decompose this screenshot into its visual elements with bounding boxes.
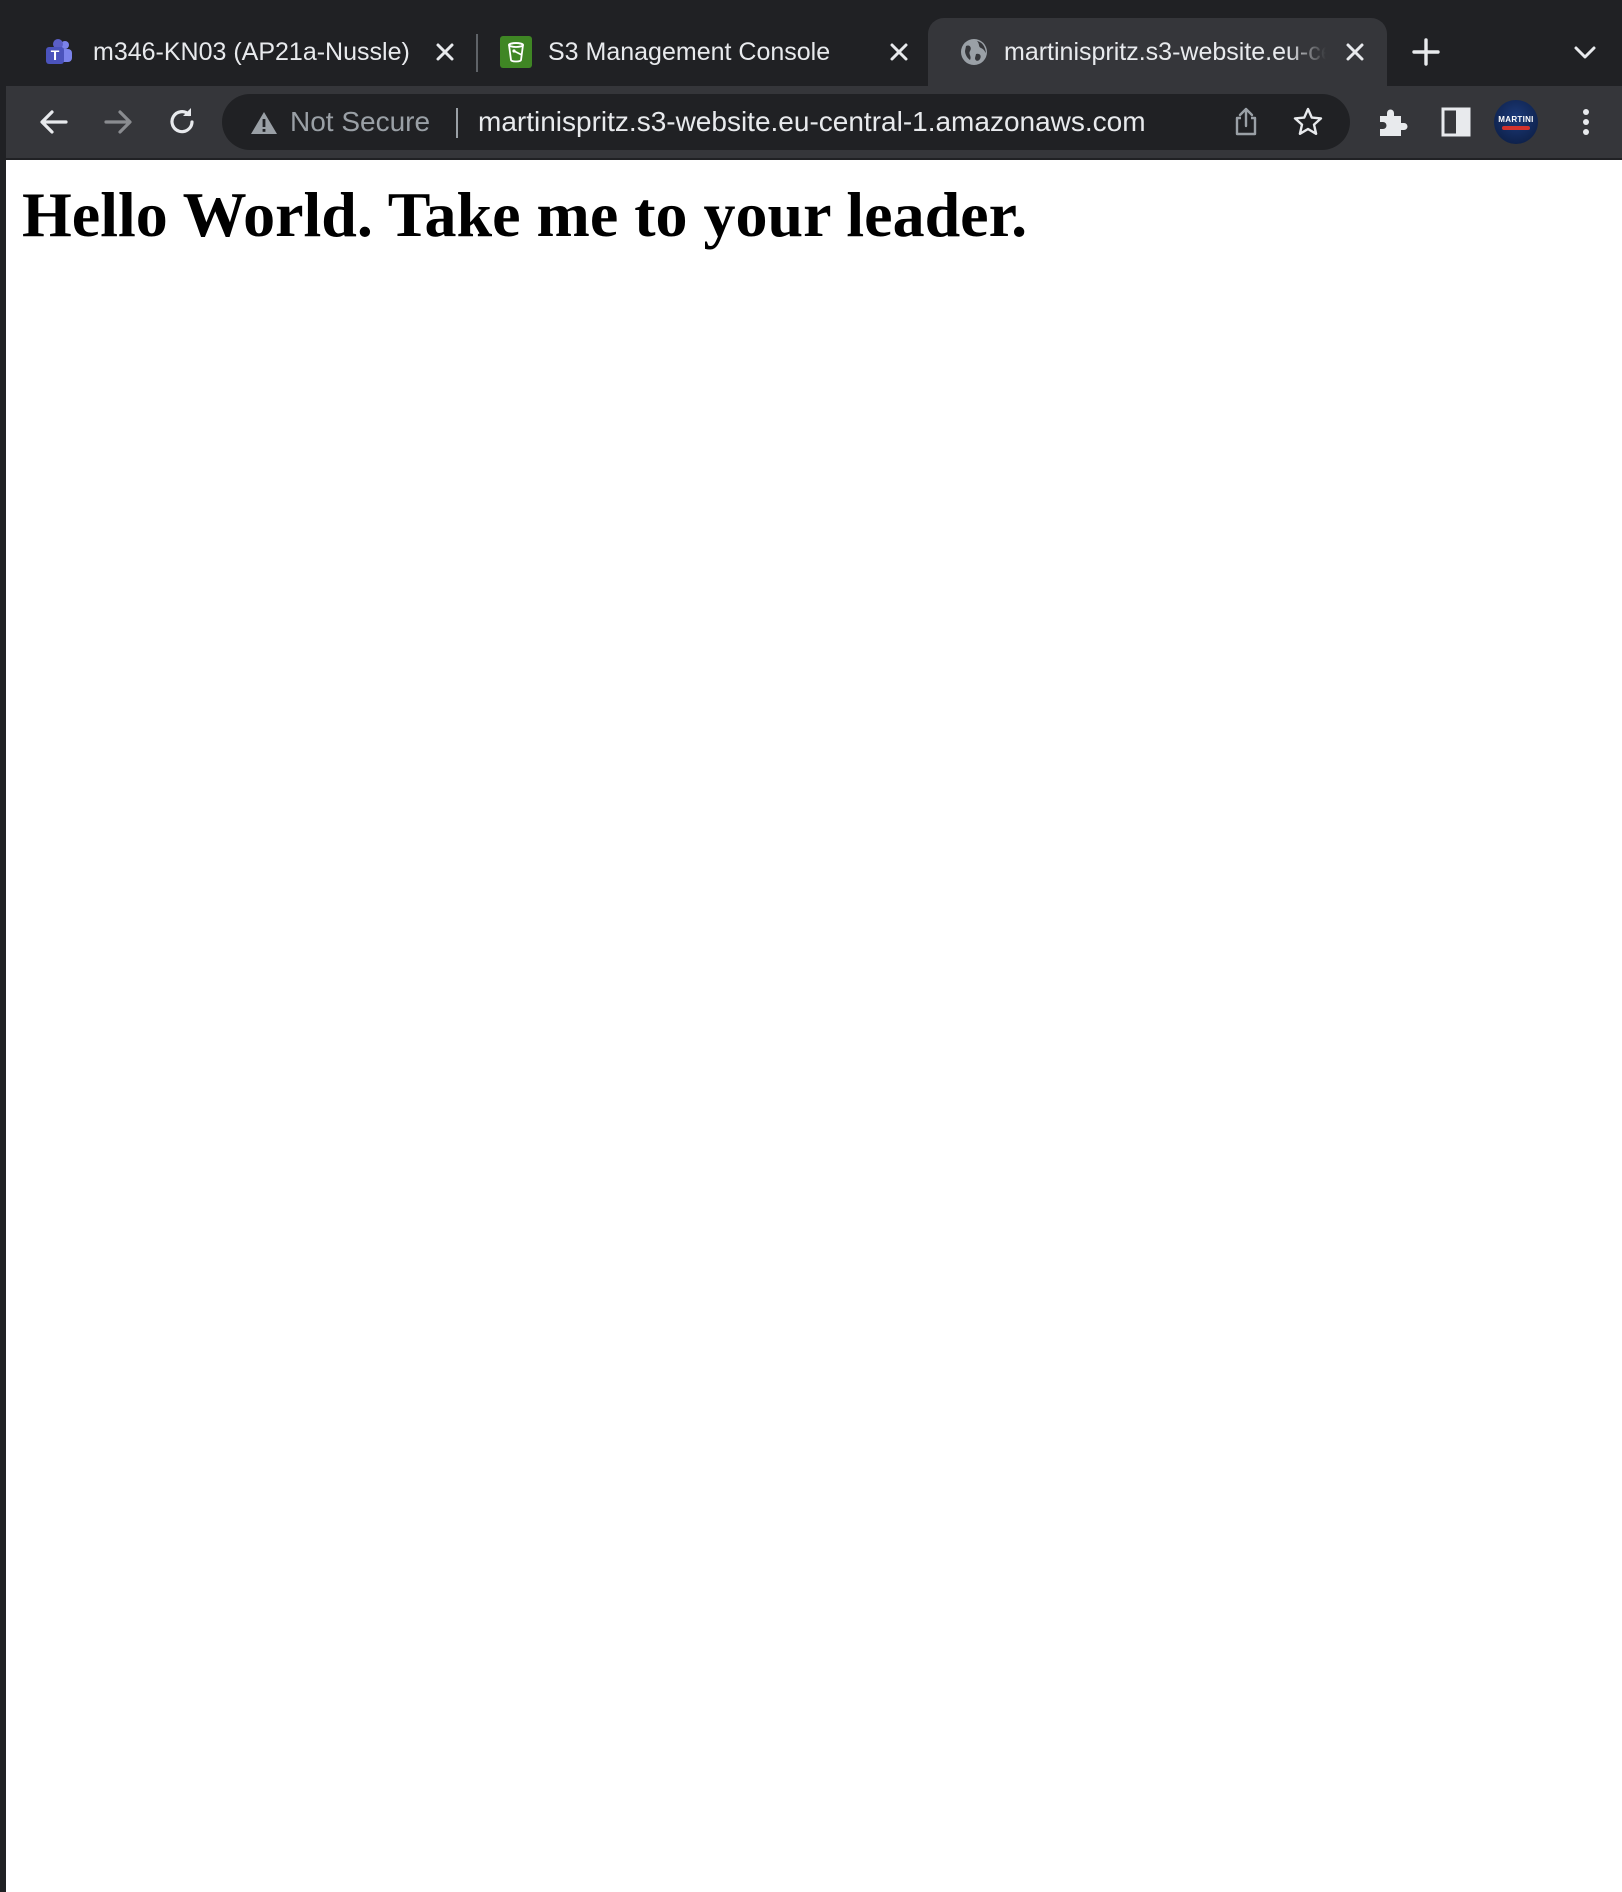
security-label[interactable]: Not Secure: [290, 106, 430, 138]
url-text[interactable]: martinispritz.s3-website.eu-central-1.am…: [478, 106, 1146, 138]
page-heading: Hello World. Take me to your leader.: [22, 179, 1028, 250]
avatar-logo-stripe: [1502, 126, 1530, 130]
forward-arrow-icon[interactable]: [100, 104, 136, 140]
close-tab-icon[interactable]: [885, 38, 913, 66]
close-tab-icon[interactable]: [431, 38, 459, 66]
new-tab-plus-icon[interactable]: [1410, 36, 1442, 68]
omnibox-divider: [456, 108, 458, 138]
reload-icon[interactable]: [164, 104, 200, 140]
close-tab-icon[interactable]: [1341, 38, 1369, 66]
avatar-logo-text: MARTINI: [1498, 115, 1534, 124]
chevron-down-icon[interactable]: [1572, 40, 1598, 66]
tab-website-active[interactable]: martinispritz.s3-website.eu-central-1.am…: [928, 18, 1387, 86]
bookmark-star-icon[interactable]: [1292, 106, 1324, 138]
warning-triangle-icon[interactable]: [250, 110, 278, 136]
teams-icon: T: [46, 39, 72, 64]
browser-toolbar: Not Secure martinispritz.s3-website.eu-c…: [6, 86, 1622, 158]
share-icon[interactable]: [1230, 106, 1262, 138]
svg-text:T: T: [51, 47, 60, 63]
globe-icon: [961, 39, 987, 65]
side-panel-icon[interactable]: [1438, 104, 1474, 140]
tab-strip: T m346-KN03 (AP21a-Nussle) S3 Management…: [6, 0, 1622, 86]
profile-avatar[interactable]: MARTINI: [1494, 100, 1538, 144]
extensions-puzzle-icon[interactable]: [1374, 104, 1410, 140]
tab-title: m346-KN03 (AP21a-Nussle): [93, 38, 410, 66]
back-arrow-icon[interactable]: [36, 104, 72, 140]
tab-title: S3 Management Console: [548, 38, 831, 66]
tab-teams[interactable]: T m346-KN03 (AP21a-Nussle): [6, 18, 476, 86]
s3-bucket-icon: [500, 36, 532, 68]
address-bar[interactable]: Not Secure martinispritz.s3-website.eu-c…: [222, 94, 1350, 150]
tab-s3-console[interactable]: S3 Management Console: [458, 18, 924, 86]
page-viewport: Hello World. Take me to your leader.: [6, 160, 1622, 1892]
browser-window: T m346-KN03 (AP21a-Nussle) S3 Management…: [6, 0, 1622, 1892]
tab-title: martinispritz.s3-website.eu-central-1.am…: [1004, 38, 1326, 66]
more-menu-icon[interactable]: [1568, 104, 1604, 140]
